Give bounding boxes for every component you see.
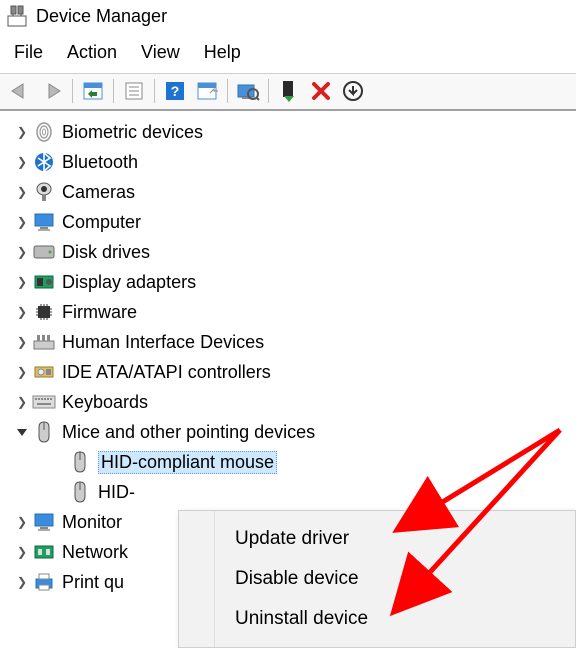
mouse-icon xyxy=(32,421,56,443)
hid-icon xyxy=(32,331,56,353)
context-menu-item-label: Update driver xyxy=(235,528,349,549)
menu-file[interactable]: File xyxy=(14,42,43,63)
expand-icon[interactable]: ❯ xyxy=(12,125,32,139)
help-button[interactable]: ? xyxy=(161,77,189,105)
tree-node-label: Firmware xyxy=(62,302,137,323)
menu-help[interactable]: Help xyxy=(204,42,241,63)
uninstall-device-button[interactable] xyxy=(307,77,335,105)
expand-icon[interactable]: ❯ xyxy=(12,395,32,409)
expand-icon[interactable]: ❯ xyxy=(12,155,32,169)
gpu-icon xyxy=(32,271,56,293)
collapse-icon[interactable] xyxy=(12,426,32,438)
tree-node-label: Cameras xyxy=(62,182,135,203)
toolbar-separator xyxy=(227,79,228,103)
window-title: Device Manager xyxy=(36,6,167,27)
expand-icon[interactable]: ❯ xyxy=(12,215,32,229)
bluetooth-icon xyxy=(32,151,56,173)
menu-bar: File Action View Help xyxy=(0,36,576,73)
expand-icon[interactable]: ❯ xyxy=(12,335,32,349)
tree-node-ide[interactable]: ❯ IDE ATA/ATAPI controllers xyxy=(12,357,576,387)
expand-icon[interactable]: ❯ xyxy=(12,305,32,319)
tree-node-keyboards[interactable]: ❯ Keyboards xyxy=(12,387,576,417)
action-button[interactable] xyxy=(193,77,221,105)
tree-leaf-label: HID-compliant mouse xyxy=(98,451,277,474)
keyboard-icon xyxy=(32,391,56,413)
monitor-icon xyxy=(32,511,56,533)
expand-icon[interactable]: ❯ xyxy=(12,575,32,589)
fingerprint-icon xyxy=(32,121,56,143)
svg-text:?: ? xyxy=(171,83,180,99)
chip-icon xyxy=(32,301,56,323)
context-menu-item-uninstall-device[interactable]: Uninstall device xyxy=(179,599,575,639)
forward-button[interactable] xyxy=(38,77,66,105)
toolbar: ? xyxy=(0,73,576,111)
tree-node-mice[interactable]: Mice and other pointing devices xyxy=(12,417,576,447)
tree-node-label: Human Interface Devices xyxy=(62,332,264,353)
back-button[interactable] xyxy=(6,77,34,105)
toolbar-separator xyxy=(72,79,73,103)
tree-node-label: Print qu xyxy=(62,572,124,593)
context-menu-item-label: Uninstall device xyxy=(235,608,368,629)
tree-node-label: Mice and other pointing devices xyxy=(62,422,315,443)
tree-node-children: HID-compliant mouse HID- xyxy=(68,447,576,507)
camera-icon xyxy=(32,181,56,203)
tree-node-hid[interactable]: ❯ Human Interface Devices xyxy=(12,327,576,357)
context-menu-item-label: Disable device xyxy=(235,568,359,589)
mouse-icon xyxy=(68,481,92,503)
tree-leaf-label: HID- xyxy=(98,482,135,503)
menu-action[interactable]: Action xyxy=(67,42,117,63)
tree-node-label: Display adapters xyxy=(62,272,196,293)
tree-node-firmware[interactable]: ❯ Firmware xyxy=(12,297,576,327)
printer-icon xyxy=(32,571,56,593)
device-manager-icon xyxy=(6,4,28,28)
context-menu: Update driver Disable device Uninstall d… xyxy=(178,510,576,648)
expand-icon[interactable]: ❯ xyxy=(12,185,32,199)
tree-node-cameras[interactable]: ❯ Cameras xyxy=(12,177,576,207)
tree-node-label: Bluetooth xyxy=(62,152,138,173)
menu-view[interactable]: View xyxy=(141,42,180,63)
context-menu-item-update-driver[interactable]: Update driver xyxy=(179,519,575,559)
show-hidden-button[interactable] xyxy=(79,77,107,105)
update-driver-button[interactable] xyxy=(275,77,303,105)
disable-device-button[interactable] xyxy=(339,77,367,105)
tree-node-label: Computer xyxy=(62,212,141,233)
scan-hardware-button[interactable] xyxy=(234,77,262,105)
toolbar-separator xyxy=(154,79,155,103)
expand-icon[interactable]: ❯ xyxy=(12,545,32,559)
properties-button[interactable] xyxy=(120,77,148,105)
tree-node-label: Keyboards xyxy=(62,392,148,413)
tree-leaf-hid-mouse[interactable]: HID-compliant mouse xyxy=(68,447,576,477)
tree-node-biometric[interactable]: ❯ Biometric devices xyxy=(12,117,576,147)
tree-node-disk[interactable]: ❯ Disk drives xyxy=(12,237,576,267)
expand-icon[interactable]: ❯ xyxy=(12,365,32,379)
title-bar: Device Manager xyxy=(0,0,576,36)
tree-node-display[interactable]: ❯ Display adapters xyxy=(12,267,576,297)
ide-icon xyxy=(32,361,56,383)
monitor-icon xyxy=(32,211,56,233)
toolbar-separator xyxy=(113,79,114,103)
mouse-icon xyxy=(68,451,92,473)
toolbar-separator xyxy=(268,79,269,103)
tree-leaf-hid-mouse-2[interactable]: HID- xyxy=(68,477,576,507)
disk-icon xyxy=(32,241,56,263)
tree-node-bluetooth[interactable]: ❯ Bluetooth xyxy=(12,147,576,177)
tree-node-label: Network xyxy=(62,542,128,563)
network-icon xyxy=(32,541,56,563)
expand-icon[interactable]: ❯ xyxy=(12,515,32,529)
tree-node-computer[interactable]: ❯ Computer xyxy=(12,207,576,237)
tree-node-label: Disk drives xyxy=(62,242,150,263)
tree-node-label: Monitor xyxy=(62,512,122,533)
tree-node-label: IDE ATA/ATAPI controllers xyxy=(62,362,271,383)
expand-icon[interactable]: ❯ xyxy=(12,245,32,259)
context-menu-item-disable-device[interactable]: Disable device xyxy=(179,559,575,599)
tree-node-label: Biometric devices xyxy=(62,122,203,143)
expand-icon[interactable]: ❯ xyxy=(12,275,32,289)
